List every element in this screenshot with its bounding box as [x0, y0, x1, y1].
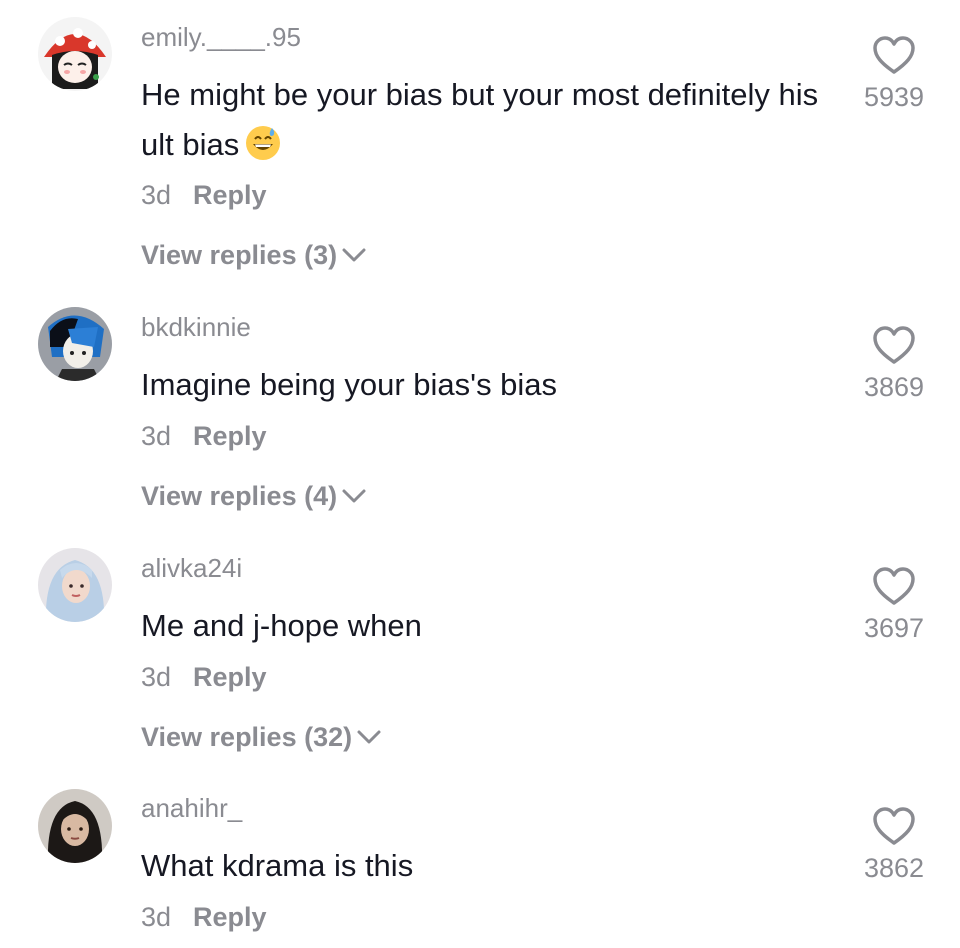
like-count: 3862	[863, 853, 925, 883]
view-replies-label: View replies (4)	[141, 481, 338, 511]
comment-username[interactable]: emily.____.95	[141, 22, 301, 53]
like-count: 5939	[863, 82, 925, 112]
reply-button[interactable]: Reply	[193, 662, 267, 692]
comment-item: alivka24i Me and j-hope when 3d Reply Vie…	[0, 530, 960, 770]
comment-text-content: What kdrama is this	[141, 848, 414, 883]
comment-timestamp: 3d	[141, 662, 172, 692]
comment-username[interactable]: bkdkinnie	[141, 312, 251, 343]
comment-item: emily.____.95 He might be your bias but …	[0, 0, 960, 290]
comment-text: What kdrama is this	[141, 841, 841, 891]
avatar[interactable]	[38, 17, 112, 91]
comment-text-content: Me and j-hope when	[141, 608, 422, 643]
chevron-down-icon	[357, 730, 381, 744]
avatar[interactable]	[38, 548, 112, 622]
chevron-down-icon	[342, 489, 366, 503]
avatar-image	[38, 17, 112, 91]
comment-username[interactable]: alivka24i	[141, 553, 242, 584]
comment-meta: 3d Reply	[141, 662, 267, 693]
view-replies-label: View replies (3)	[141, 240, 338, 270]
view-replies-button[interactable]: View replies (3)	[141, 240, 367, 271]
comment-item: anahihr_ What kdrama is this 3d Reply 386…	[0, 770, 960, 948]
reply-button[interactable]: Reply	[193, 421, 267, 451]
avatar-image	[38, 548, 112, 622]
view-replies-button[interactable]: View replies (4)	[141, 481, 367, 512]
like-button[interactable]: 3869	[854, 324, 934, 403]
avatar-image	[38, 789, 112, 863]
view-replies-label: View replies (32)	[141, 722, 353, 752]
reply-button[interactable]: Reply	[193, 180, 267, 210]
like-button[interactable]: 3862	[854, 805, 934, 884]
grinning-sweat-emoji-icon	[246, 126, 281, 160]
comment-timestamp: 3d	[141, 902, 172, 932]
comment-timestamp: 3d	[141, 180, 172, 210]
like-button[interactable]: 5939	[854, 34, 934, 113]
avatar-image	[38, 307, 112, 381]
comment-item: bkdkinnie Imagine being your bias's bias…	[0, 290, 960, 530]
avatar[interactable]	[38, 307, 112, 381]
like-count: 3869	[863, 372, 925, 402]
comment-meta: 3d Reply	[141, 902, 267, 933]
comment-text: He might be your bias but your most defi…	[141, 70, 841, 170]
heart-outline-icon	[873, 807, 915, 845]
comment-timestamp: 3d	[141, 421, 172, 451]
chevron-down-icon	[342, 248, 366, 262]
avatar[interactable]	[38, 789, 112, 863]
like-button[interactable]: 3697	[854, 565, 934, 644]
view-replies-button[interactable]: View replies (32)	[141, 722, 382, 753]
comment-meta: 3d Reply	[141, 421, 267, 452]
heart-outline-icon	[873, 36, 915, 74]
comment-username[interactable]: anahihr_	[141, 793, 242, 824]
comment-text-content: He might be your bias but your most defi…	[141, 77, 819, 162]
reply-button[interactable]: Reply	[193, 902, 267, 932]
comment-text-content: Imagine being your bias's bias	[141, 367, 558, 402]
comment-meta: 3d Reply	[141, 180, 267, 211]
heart-outline-icon	[873, 326, 915, 364]
heart-outline-icon	[873, 567, 915, 605]
like-count: 3697	[863, 613, 925, 643]
comment-text: Imagine being your bias's bias	[141, 360, 841, 410]
comment-text: Me and j-hope when	[141, 601, 841, 651]
